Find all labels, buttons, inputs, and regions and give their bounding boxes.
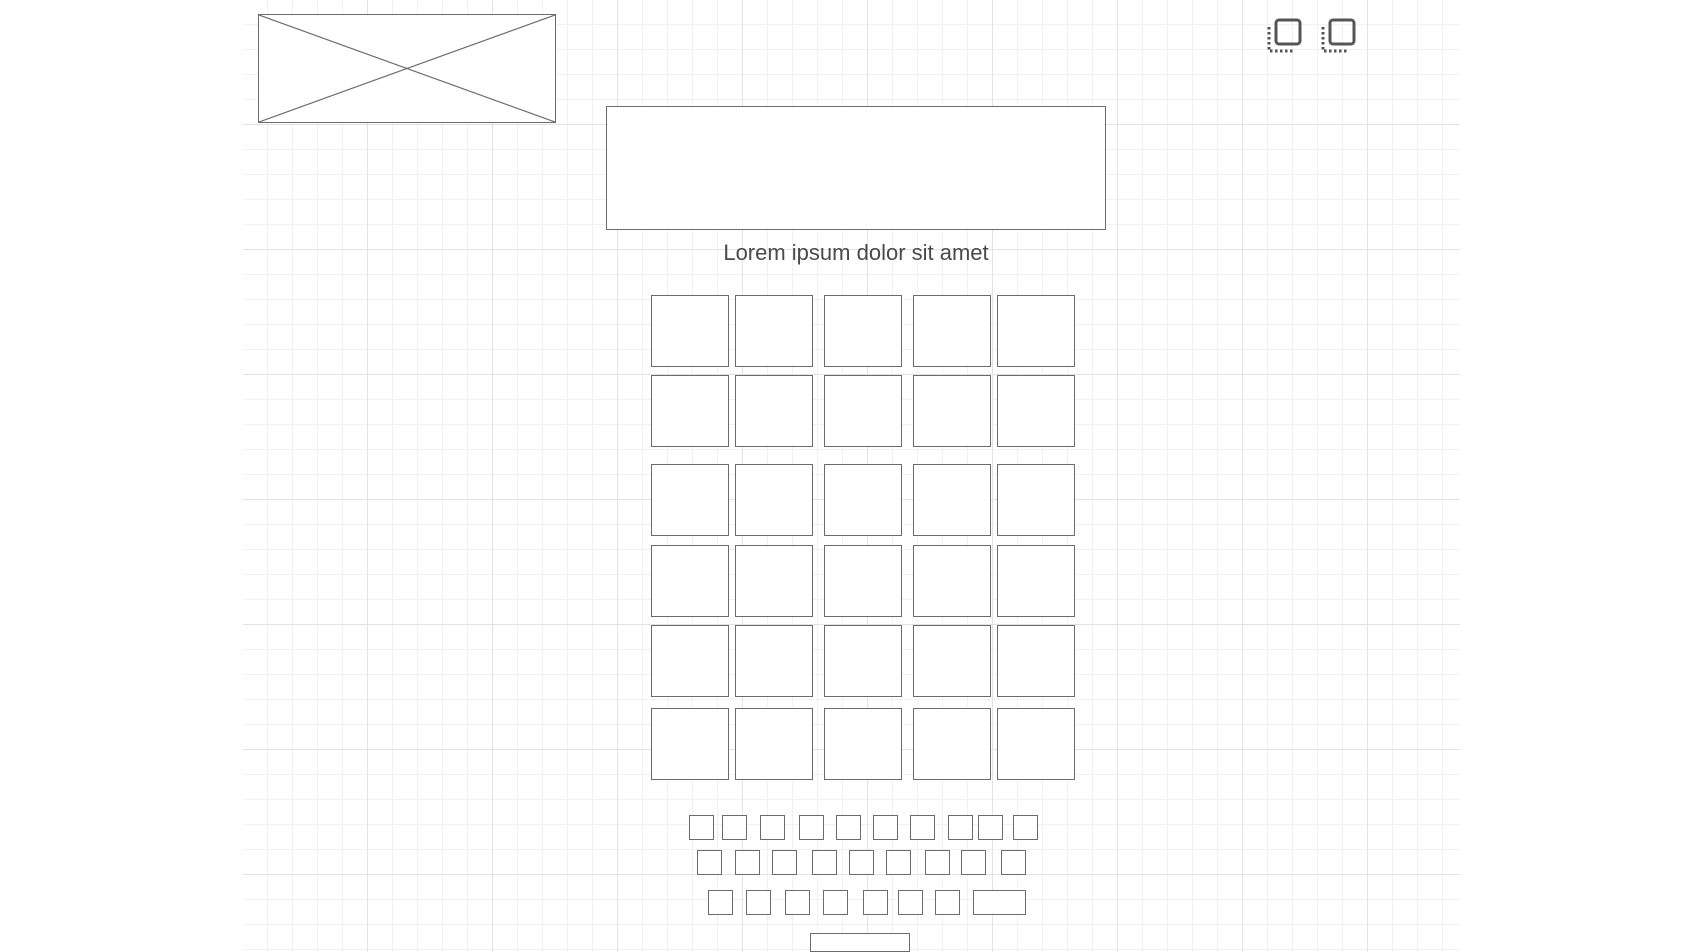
keyboard-key[interactable]	[863, 890, 888, 915]
grid-cell[interactable]	[997, 708, 1075, 780]
toolbar-icons	[1266, 18, 1356, 56]
grid-cell[interactable]	[735, 625, 813, 697]
grid-cell[interactable]	[735, 545, 813, 617]
grid-cell[interactable]	[651, 295, 729, 367]
submit-key[interactable]	[810, 933, 910, 952]
layers-icon[interactable]	[1320, 18, 1356, 54]
grid-cell[interactable]	[824, 708, 902, 780]
grid-cell[interactable]	[913, 295, 991, 367]
grid-cell[interactable]	[651, 625, 729, 697]
grid-cell[interactable]	[913, 375, 991, 447]
keyboard-key[interactable]	[1013, 815, 1038, 840]
keyboard-key[interactable]	[689, 815, 714, 840]
keyboard-key[interactable]	[961, 850, 986, 875]
keyboard-key[interactable]	[898, 890, 923, 915]
grid-cell[interactable]	[735, 464, 813, 536]
keyboard-key[interactable]	[849, 850, 874, 875]
grid-cell[interactable]	[735, 708, 813, 780]
keyboard-key[interactable]	[722, 815, 747, 840]
grid-cell[interactable]	[824, 545, 902, 617]
keyboard-key[interactable]	[735, 850, 760, 875]
grid-cell[interactable]	[997, 545, 1075, 617]
grid-cell[interactable]	[997, 375, 1075, 447]
grid-cell[interactable]	[651, 375, 729, 447]
keyboard-key[interactable]	[836, 815, 861, 840]
grid-cell[interactable]	[651, 545, 729, 617]
grid-cell[interactable]	[913, 464, 991, 536]
grid-cell[interactable]	[824, 295, 902, 367]
grid-cell[interactable]	[824, 464, 902, 536]
keyboard-key[interactable]	[708, 890, 733, 915]
grid-cell[interactable]	[997, 625, 1075, 697]
keyboard-key[interactable]	[746, 890, 771, 915]
keyboard-key[interactable]	[886, 850, 911, 875]
keyboard-key[interactable]	[799, 815, 824, 840]
logo-image-placeholder	[258, 14, 556, 123]
keyboard-key[interactable]	[910, 815, 935, 840]
keyboard-key[interactable]	[978, 815, 1003, 840]
keyboard-key[interactable]	[772, 850, 797, 875]
grid-cell[interactable]	[997, 464, 1075, 536]
grid-cell[interactable]	[913, 708, 991, 780]
keyboard-key[interactable]	[823, 890, 848, 915]
keyboard-key[interactable]	[948, 815, 973, 840]
grid-cell[interactable]	[651, 464, 729, 536]
keyboard-key[interactable]	[812, 850, 837, 875]
grid-cell[interactable]	[913, 545, 991, 617]
grid-cell[interactable]	[824, 375, 902, 447]
caption-text: Lorem ipsum dolor sit amet	[723, 240, 989, 265]
backspace-key[interactable]	[973, 890, 1026, 915]
word-display-box	[606, 106, 1106, 230]
keyboard-key[interactable]	[873, 815, 898, 840]
keyboard-key[interactable]	[935, 890, 960, 915]
layers-icon[interactable]	[1266, 18, 1302, 54]
grid-cell[interactable]	[824, 625, 902, 697]
grid-cell[interactable]	[735, 375, 813, 447]
grid-cell[interactable]	[735, 295, 813, 367]
grid-cell[interactable]	[913, 625, 991, 697]
keyboard-key[interactable]	[697, 850, 722, 875]
grid-cell[interactable]	[651, 708, 729, 780]
grid-cell[interactable]	[997, 295, 1075, 367]
keyboard-key[interactable]	[925, 850, 950, 875]
keyboard-key[interactable]	[1001, 850, 1026, 875]
keyboard-key[interactable]	[760, 815, 785, 840]
keyboard-key[interactable]	[785, 890, 810, 915]
